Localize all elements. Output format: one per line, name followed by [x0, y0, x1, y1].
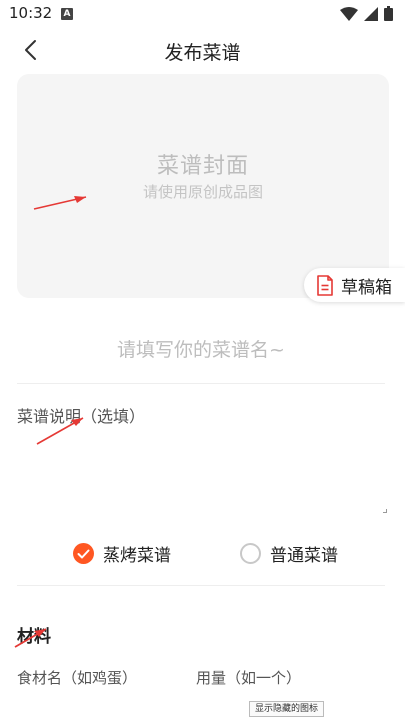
- page-title: 发布菜谱: [164, 42, 241, 64]
- radio-unchecked: [240, 543, 261, 564]
- recipe-name-input[interactable]: [17, 330, 385, 370]
- divider: [17, 585, 385, 586]
- header: 发布菜谱: [0, 28, 405, 72]
- battery-icon: [384, 6, 393, 21]
- radio-label: 蒸烤菜谱: [103, 546, 171, 566]
- cover-upload[interactable]: 菜谱封面 请使用原创成品图: [17, 74, 389, 298]
- recipe-description-input[interactable]: [17, 403, 389, 511]
- materials-title: 材料: [17, 627, 51, 647]
- status-time: 10:32: [9, 4, 53, 22]
- cover-subtitle: 请使用原创成品图: [142, 183, 263, 201]
- document-icon: [317, 274, 333, 296]
- radio-normal[interactable]: 普通菜谱: [240, 541, 338, 566]
- tooltip: 显示隐藏的图标: [249, 701, 325, 717]
- draft-box-label: 草稿箱: [341, 277, 392, 298]
- radio-checked: [73, 543, 94, 564]
- ingredient-amount-input[interactable]: [196, 664, 386, 692]
- radio-label: 普通菜谱: [270, 546, 338, 566]
- check-icon: [77, 549, 90, 558]
- radio-steam-bake[interactable]: 蒸烤菜谱: [73, 541, 171, 566]
- ingredient-name-input[interactable]: [17, 664, 185, 692]
- resize-handle[interactable]: [383, 509, 387, 513]
- status-bar: 10:32 A: [0, 0, 405, 28]
- wifi-icon: [340, 6, 358, 21]
- cover-title: 菜谱封面: [156, 154, 249, 179]
- draft-box-button[interactable]: 草稿箱: [304, 268, 405, 302]
- recipe-type-group: 蒸烤菜谱 普通菜谱: [0, 537, 405, 569]
- screen: 10:32 A 发布菜谱 菜谱封面 请使用原创成品图 草稿箱 请填写你的菜谱名~…: [0, 0, 405, 720]
- divider: [17, 383, 385, 384]
- notification-icon: A: [61, 8, 73, 20]
- status-icons: [340, 6, 393, 21]
- signal-icon: [364, 6, 378, 21]
